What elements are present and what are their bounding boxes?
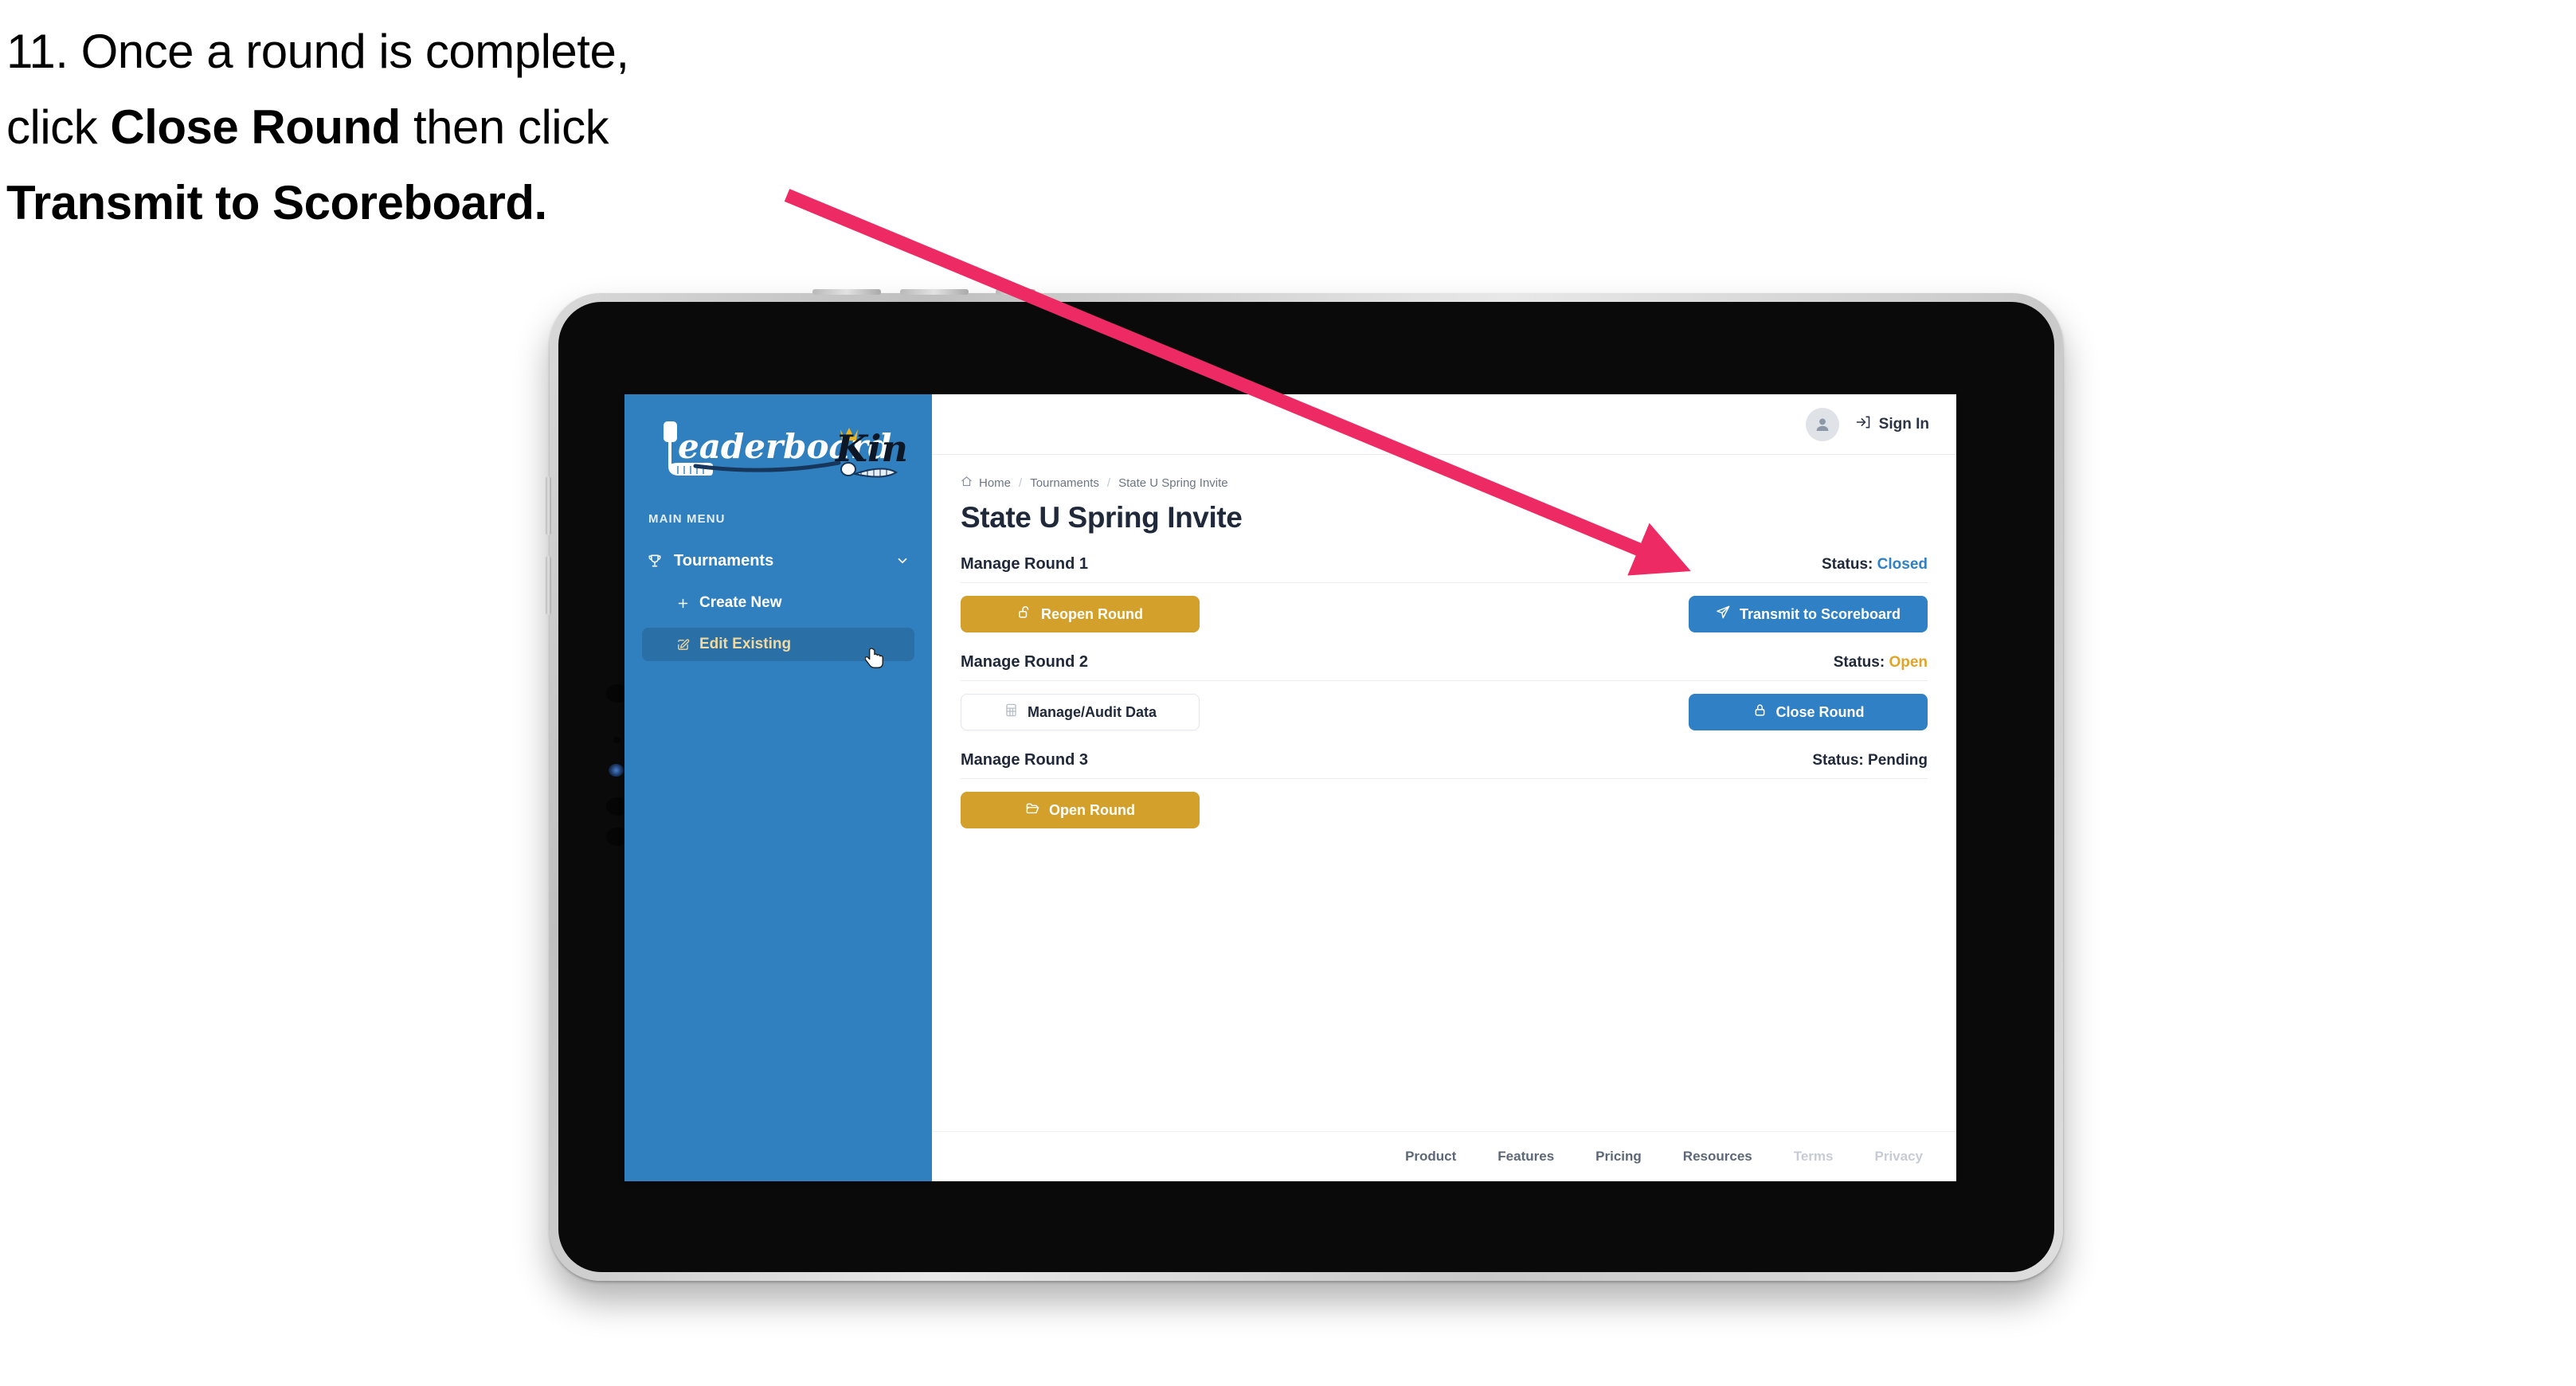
round-1-status-label: Status:	[1821, 556, 1873, 573]
instruction-caption: 11. Once a round is complete, click Clos…	[6, 14, 851, 241]
page-title: State U Spring Invite	[961, 501, 1243, 534]
breadcrumb-separator-2: /	[1106, 476, 1111, 490]
reopen-round-button[interactable]: Reopen Round	[961, 596, 1200, 632]
paper-plane-icon	[1716, 605, 1731, 624]
sidebar: eaderboard King	[624, 394, 932, 1181]
instruction-close-round-emphasis: Close Round	[110, 100, 401, 154]
instruction-line-1: 11. Once a round is complete,	[6, 25, 629, 78]
plus-icon	[671, 597, 695, 610]
table-grid-icon	[1004, 703, 1019, 722]
round-block-3: Manage Round 3 Status: Pending Open Roun…	[961, 751, 1928, 828]
top-port-b	[996, 289, 1035, 295]
transmit-to-scoreboard-label: Transmit to Scoreboard	[1739, 605, 1901, 622]
folder-open-icon	[1025, 801, 1040, 820]
round-1-actions: Reopen Round Transmit to Scoreboard	[961, 596, 1928, 632]
instruction-line-2: click Close Round then click	[6, 90, 851, 166]
manage-audit-data-button[interactable]: Manage/Audit Data	[961, 694, 1200, 730]
round-3-status: Status: Pending	[1812, 752, 1928, 769]
pencil-square-icon	[671, 638, 695, 652]
transmit-to-scoreboard-button[interactable]: Transmit to Scoreboard	[1689, 596, 1928, 632]
round-2-status: Status: Open	[1834, 654, 1928, 671]
round-2-status-value: Open	[1889, 654, 1928, 671]
sidebar-nav: Tournaments Create New Edit Existing	[624, 543, 932, 668]
sidebar-item-edit-existing[interactable]: Edit Existing	[642, 628, 914, 668]
app-screen: eaderboard King	[624, 394, 1956, 1181]
trophy-icon	[647, 553, 669, 569]
round-3-status-label: Status:	[1812, 752, 1864, 769]
sign-in-label: Sign In	[1878, 415, 1929, 433]
breadcrumb-item-tournaments[interactable]: Tournaments	[1030, 476, 1099, 490]
sidebar-item-create-new-label: Create New	[699, 594, 782, 611]
round-2-header: Manage Round 2 Status: Open	[961, 653, 1928, 681]
leaderboard-king-logo[interactable]: eaderboard King	[624, 417, 932, 490]
round-2-title: Manage Round 2	[961, 653, 1089, 671]
round-2-actions: Manage/Audit Data Close Round	[961, 694, 1928, 730]
lock-icon	[1752, 703, 1768, 722]
top-port-a	[900, 289, 969, 295]
instruction-transmit-emphasis: Transmit to Scoreboard.	[6, 175, 547, 229]
logo-artwork-icon: eaderboard King	[664, 421, 906, 478]
round-3-status-value: Pending	[1868, 752, 1928, 769]
sign-in-button[interactable]: Sign In	[1855, 414, 1929, 435]
home-icon	[961, 476, 973, 491]
instruction-line-3: Transmit to Scoreboard.	[6, 166, 851, 241]
breadcrumb-item-home[interactable]: Home	[961, 476, 1011, 491]
round-1-status-value: Closed	[1877, 556, 1928, 573]
footer-link-pricing[interactable]: Pricing	[1595, 1149, 1642, 1165]
footer-link-resources[interactable]: Resources	[1683, 1149, 1752, 1165]
chevron-down-icon[interactable]	[895, 554, 910, 568]
round-3-title: Manage Round 3	[961, 751, 1089, 769]
page-content: Home / Tournaments / State U Spring Invi…	[932, 455, 1956, 1131]
sidebar-item-create-new[interactable]: Create New	[642, 586, 914, 620]
sidebar-item-edit-existing-label: Edit Existing	[699, 636, 792, 652]
volume-down-button[interactable]	[546, 556, 551, 615]
manage-audit-data-label: Manage/Audit Data	[1027, 703, 1157, 720]
round-block-2: Manage Round 2 Status: Open Manage/Audit…	[961, 653, 1928, 730]
breadcrumb-item-current: State U Spring Invite	[1118, 476, 1228, 490]
footer-link-product[interactable]: Product	[1405, 1149, 1456, 1165]
open-round-button[interactable]: Open Round	[961, 792, 1200, 828]
sign-in-icon	[1855, 414, 1871, 435]
round-1-title: Manage Round 1	[961, 555, 1089, 573]
instruction-line-2-pre: click	[6, 100, 111, 154]
unlock-icon	[1017, 605, 1032, 624]
instruction-line-2-post: then click	[400, 100, 609, 154]
status-led-icon	[609, 764, 624, 777]
pointing-hand-cursor	[864, 647, 886, 672]
round-1-status: Status: Closed	[1822, 556, 1928, 574]
footer-link-features[interactable]: Features	[1497, 1149, 1554, 1165]
main-menu-label: MAIN MENU	[648, 512, 726, 526]
round-block-1: Manage Round 1 Status: Closed Reopen Rou…	[961, 555, 1928, 632]
sidebar-item-tournaments-label: Tournaments	[674, 551, 774, 570]
volume-up-button[interactable]	[546, 476, 551, 535]
main-content: Sign In Home / Tournaments / State U Spr…	[932, 394, 1956, 1181]
power-button[interactable]	[812, 289, 881, 295]
close-round-label: Close Round	[1775, 703, 1865, 720]
close-round-button[interactable]: Close Round	[1689, 694, 1928, 730]
breadcrumb-home-label: Home	[979, 476, 1012, 490]
footer-link-terms[interactable]: Terms	[1794, 1149, 1834, 1165]
ambient-sensor-icon	[613, 737, 621, 743]
tablet-device: eaderboard King	[546, 289, 2063, 1281]
reopen-round-label: Reopen Round	[1041, 605, 1143, 622]
open-round-label: Open Round	[1049, 801, 1135, 818]
sidebar-item-tournaments[interactable]: Tournaments	[624, 543, 932, 578]
top-bar: Sign In	[932, 394, 1956, 455]
footer: Product Features Pricing Resources Terms…	[932, 1131, 1956, 1181]
round-3-actions: Open Round	[961, 792, 1928, 828]
breadcrumb: Home / Tournaments / State U Spring Invi…	[961, 476, 1928, 491]
round-2-status-label: Status:	[1833, 654, 1885, 671]
avatar[interactable]	[1805, 407, 1839, 441]
round-1-header: Manage Round 1 Status: Closed	[961, 555, 1928, 583]
round-3-header: Manage Round 3 Status: Pending	[961, 751, 1928, 779]
breadcrumb-separator: /	[1019, 476, 1023, 490]
footer-link-privacy[interactable]: Privacy	[1875, 1149, 1924, 1165]
